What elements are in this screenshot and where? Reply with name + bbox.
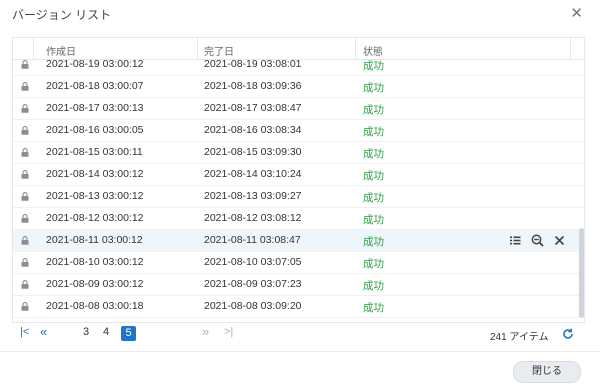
close-button[interactable]: 閉じる — [513, 361, 581, 383]
completed-cell: 2021-08-13 03:09:27 — [204, 190, 302, 202]
created-cell: 2021-08-13 03:00:12 — [46, 190, 144, 202]
item-count: 241 アイテム — [490, 332, 549, 343]
table-row[interactable]: 2021-08-17 03:00:13 2021-08-17 03:08:47 成功 — [13, 98, 584, 120]
header-status[interactable]: 状態 — [363, 43, 383, 58]
lock-icon — [21, 280, 29, 289]
status-cell: 成功 — [363, 302, 384, 314]
status-cell: 成功 — [363, 126, 384, 138]
lock-icon — [21, 148, 29, 157]
lock-icon — [21, 104, 29, 113]
page-3-button[interactable]: 3 — [83, 326, 89, 338]
completed-cell: 2021-08-15 03:09:30 — [204, 146, 302, 158]
status-cell: 成功 — [363, 214, 384, 226]
table-body[interactable]: 2021-08-19 03:00:12 2021-08-19 03:08:01 成功… — [13, 54, 584, 322]
lock-icon — [21, 126, 29, 135]
lock-icon — [21, 258, 29, 267]
dialog-close-icon[interactable]: ✕ — [570, 4, 583, 22]
table-row[interactable]: 2021-08-08 03:00:18 2021-08-08 03:09:20 成功 — [13, 296, 584, 318]
last-page-button[interactable]: >| — [224, 326, 233, 338]
created-cell: 2021-08-12 03:00:12 — [46, 212, 144, 224]
status-cell: 成功 — [363, 104, 384, 116]
created-cell: 2021-08-10 03:00:12 — [46, 256, 144, 268]
completed-cell: 2021-08-18 03:09:36 — [204, 80, 302, 92]
created-cell: 2021-08-17 03:00:13 — [46, 102, 144, 114]
lock-icon — [21, 192, 29, 201]
table-row[interactable]: 2021-08-06 22:42:212021-08-07 15:12:46削除… — [13, 318, 584, 322]
created-cell: 2021-08-11 03:00:12 — [46, 234, 143, 246]
status-cell: 成功 — [363, 148, 384, 160]
dialog-titlebar: バージョン リスト ✕ — [0, 0, 600, 28]
created-cell: 2021-08-18 03:00:07 — [46, 80, 144, 92]
dialog-title: バージョン リスト — [12, 8, 112, 22]
pagination-bar: |< « 3 4 5 » >| 241 アイテム — [12, 323, 585, 345]
status-cell: 成功 — [363, 170, 384, 182]
lock-icon — [21, 214, 29, 223]
lock-icon — [21, 236, 29, 245]
table-row[interactable]: 2021-08-12 03:00:12 2021-08-12 03:08:12 成功 — [13, 208, 584, 230]
completed-cell: 2021-08-14 03:10:24 — [204, 168, 302, 180]
header-created[interactable]: 作成日 — [46, 43, 76, 58]
refresh-icon[interactable] — [562, 328, 574, 340]
table-row[interactable]: 2021-08-16 03:00:05 2021-08-16 03:08:34 成功 — [13, 120, 584, 142]
lock-icon — [21, 60, 29, 69]
lock-icon — [21, 82, 29, 91]
completed-cell: 2021-08-08 03:09:20 — [204, 300, 302, 312]
status-cell: 成功 — [363, 258, 384, 270]
close-icon[interactable] — [552, 233, 567, 248]
lock-icon — [21, 170, 29, 179]
page-4-button[interactable]: 4 — [103, 326, 109, 338]
status-cell: 成功 — [363, 192, 384, 204]
header-completed[interactable]: 完了日 — [204, 43, 234, 58]
status-cell: 成功 — [363, 280, 384, 292]
completed-cell: 2021-08-11 03:08:47 — [204, 234, 301, 246]
status-cell: 成功 — [363, 60, 384, 72]
zoom-icon[interactable] — [530, 233, 545, 248]
table-row[interactable]: 2021-08-14 03:00:12 2021-08-14 03:10:24 成功 — [13, 164, 584, 186]
created-cell: 2021-08-08 03:00:18 — [46, 300, 144, 312]
status-cell: 成功 — [363, 82, 384, 94]
next-page-button[interactable]: » — [202, 324, 209, 339]
created-cell: 2021-08-15 03:00:11 — [46, 146, 143, 158]
table-row[interactable]: 2021-08-09 03:00:12 2021-08-09 03:07:23 成功 — [13, 274, 584, 296]
table-row[interactable]: 2021-08-18 03:00:07 2021-08-18 03:09:36 成功 — [13, 76, 584, 98]
created-cell: 2021-08-16 03:00:05 — [46, 124, 144, 136]
table-row[interactable]: 2021-08-10 03:00:12 2021-08-10 03:07:05 成功 — [13, 252, 584, 274]
lock-icon — [21, 302, 29, 311]
status-cell: 成功 — [363, 236, 384, 248]
column-divider — [33, 38, 34, 59]
version-table: 2021-08-19 03:00:12 2021-08-19 03:08:01 成功… — [12, 37, 585, 323]
column-divider — [355, 38, 356, 59]
list-icon[interactable] — [508, 233, 523, 248]
completed-cell: 2021-08-10 03:07:05 — [204, 256, 302, 268]
table-scrollbar[interactable] — [579, 228, 584, 318]
completed-cell: 2021-08-09 03:07:23 — [204, 278, 302, 290]
table-row[interactable]: 2021-08-11 03:00:12 2021-08-11 03:08:47 成功 — [13, 230, 584, 252]
table-header: 作成日 完了日 状態 — [13, 38, 584, 60]
prev-page-button[interactable]: « — [40, 324, 47, 339]
footer-divider — [0, 351, 600, 352]
completed-cell: 2021-08-17 03:08:47 — [204, 102, 302, 114]
created-cell: 2021-08-09 03:00:12 — [46, 278, 144, 290]
completed-cell: 2021-08-12 03:08:12 — [204, 212, 302, 224]
first-page-button[interactable]: |< — [20, 326, 29, 338]
table-row[interactable]: 2021-08-15 03:00:11 2021-08-15 03:09:30 成功 — [13, 142, 584, 164]
table-row[interactable]: 2021-08-13 03:00:12 2021-08-13 03:09:27 成功 — [13, 186, 584, 208]
created-cell: 2021-08-14 03:00:12 — [46, 168, 144, 180]
current-page-button[interactable]: 5 — [121, 326, 136, 341]
column-divider — [570, 38, 571, 59]
column-divider — [197, 38, 198, 59]
completed-cell: 2021-08-16 03:08:34 — [204, 124, 302, 136]
